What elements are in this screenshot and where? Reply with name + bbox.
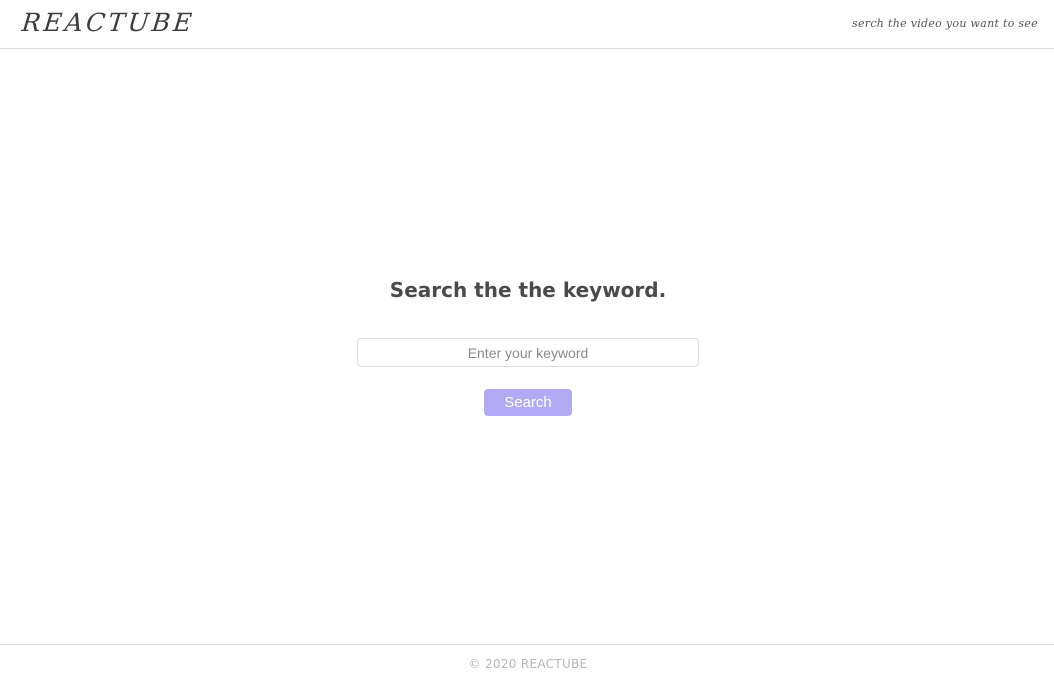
site-logo[interactable]: REACTUBE [20,8,196,37]
page-heading: Search the the keyword. [389,278,667,302]
search-input[interactable] [357,338,699,367]
search-button[interactable]: Search [484,389,572,416]
site-header: REACTUBE serch the video you want to see [0,0,1054,49]
site-footer: © 2020 REACTUBE [0,644,1054,682]
main-content: Search the the keyword. Search [0,49,1054,644]
header-tagline: serch the video you want to see [852,17,1038,30]
page: REACTUBE serch the video you want to see… [0,0,1054,682]
copyright-text: © 2020 REACTUBE [468,657,588,671]
